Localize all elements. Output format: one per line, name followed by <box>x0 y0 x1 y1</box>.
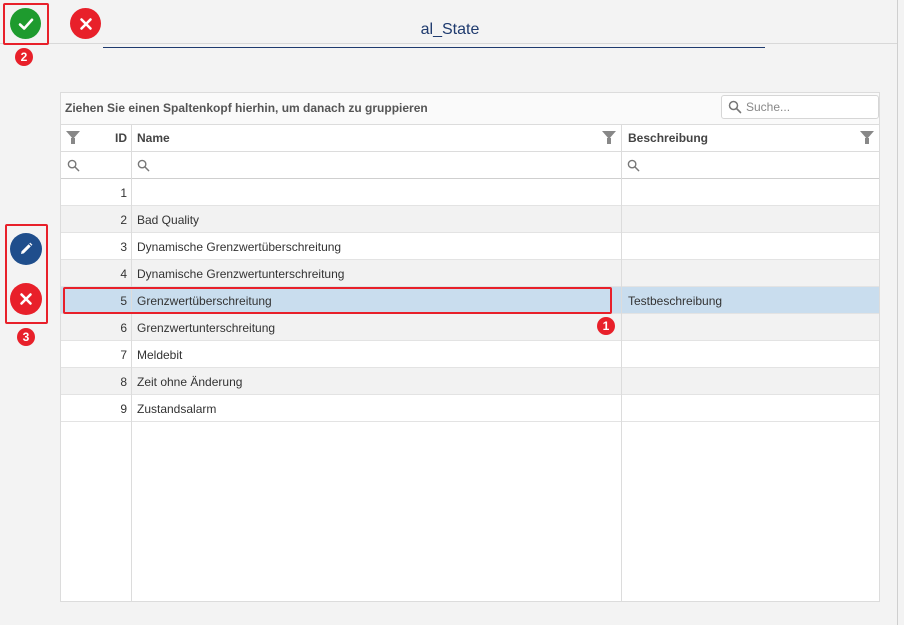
search-placeholder: Suche... <box>746 100 791 114</box>
table-row[interactable]: 8 Zeit ohne Änderung <box>61 368 879 395</box>
cell-id: 4 <box>120 267 127 281</box>
data-grid: Ziehen Sie einen Spaltenkopf hierhin, um… <box>60 92 880 602</box>
annotation-box-1 <box>63 287 612 314</box>
cancel-button[interactable] <box>70 8 101 39</box>
cell-name: Zeit ohne Änderung <box>137 375 243 389</box>
description-filter-input[interactable] <box>627 159 640 172</box>
table-row[interactable]: 9 Zustandsalarm <box>61 395 879 422</box>
table-row[interactable]: 3 Dynamische Grenzwertüberschreitung <box>61 233 879 260</box>
name-filter-funnel-icon[interactable] <box>602 131 616 145</box>
search-icon <box>67 159 80 172</box>
cell-id: 7 <box>120 348 127 362</box>
description-filter-funnel-icon[interactable] <box>860 131 874 145</box>
table-row[interactable]: 2 Bad Quality <box>61 206 879 233</box>
close-icon <box>20 293 32 305</box>
table-row[interactable]: 6 Grenzwertunterschreitung <box>61 314 879 341</box>
column-header-description[interactable]: Beschreibung <box>628 131 708 145</box>
cell-name: Meldebit <box>137 348 183 362</box>
cell-id: 9 <box>120 402 127 416</box>
cell-name: Dynamische Grenzwertüberschreitung <box>137 240 342 254</box>
cell-id: 6 <box>120 321 127 335</box>
table-row[interactable]: 1 <box>61 179 879 206</box>
column-header-name[interactable]: Name <box>137 131 170 145</box>
toolbar-divider <box>0 43 897 44</box>
cell-id: 2 <box>120 213 127 227</box>
cell-id: 1 <box>120 186 127 200</box>
name-filter-input[interactable] <box>137 159 150 172</box>
column-header-id[interactable]: ID <box>61 131 127 145</box>
search-icon <box>728 100 742 114</box>
cell-name: Grenzwertunterschreitung <box>137 321 276 335</box>
window-edge <box>897 0 898 625</box>
cell-id: 3 <box>120 240 127 254</box>
cell-description: Testbeschreibung <box>628 294 723 308</box>
search-icon <box>627 159 640 172</box>
id-filter-input[interactable] <box>67 159 80 172</box>
cell-name: Dynamische Grenzwertunterschreitung <box>137 267 345 281</box>
annotation-box-2 <box>3 3 49 45</box>
column-divider <box>621 125 622 601</box>
cell-name: Zustandsalarm <box>137 402 217 416</box>
annotation-badge-3: 3 <box>17 328 35 346</box>
table-row[interactable]: 7 Meldebit <box>61 341 879 368</box>
cell-id: 8 <box>120 375 127 389</box>
delete-button[interactable] <box>10 283 42 315</box>
header-row: ID Name Beschreibung <box>61 125 879 152</box>
group-hint: Ziehen Sie einen Spaltenkopf hierhin, um… <box>65 101 428 115</box>
table-row[interactable]: 4 Dynamische Grenzwertunterschreitung <box>61 260 879 287</box>
annotation-badge-2: 2 <box>15 48 33 66</box>
search-input[interactable]: Suche... <box>721 95 879 119</box>
column-divider <box>131 125 132 601</box>
title-underline <box>103 47 765 48</box>
search-icon <box>137 159 150 172</box>
edit-button[interactable] <box>10 233 42 265</box>
cell-name: Bad Quality <box>137 213 200 227</box>
page-title: al_State <box>420 21 480 38</box>
close-icon <box>79 17 92 30</box>
annotation-badge-1: 1 <box>597 317 615 335</box>
filter-row <box>61 152 879 179</box>
pencil-icon <box>21 242 33 254</box>
group-panel[interactable]: Ziehen Sie einen Spaltenkopf hierhin, um… <box>61 93 879 125</box>
